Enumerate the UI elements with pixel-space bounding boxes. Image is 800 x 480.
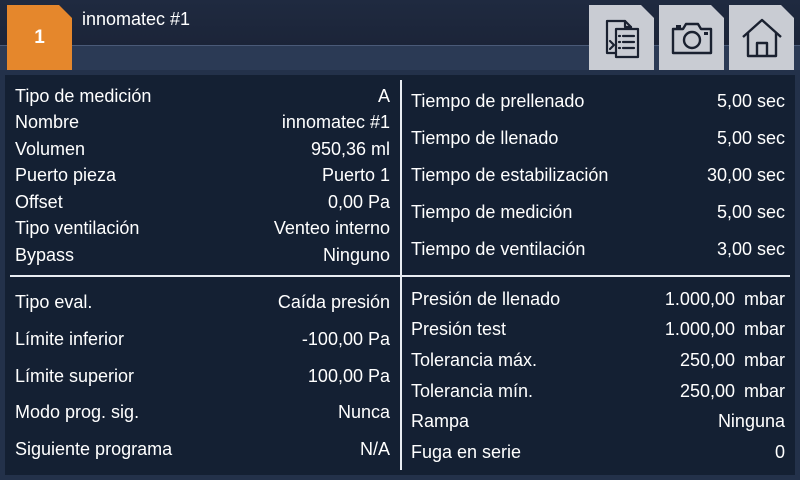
param-row-measurement-type: Tipo de medición A — [15, 84, 390, 108]
camera-icon — [671, 22, 712, 54]
param-label: Tiempo de llenado — [411, 128, 559, 148]
param-label: Volumen — [15, 139, 86, 159]
param-value: 5,00 sec — [716, 128, 785, 148]
param-row-stabilization-time: Tiempo de estabilización 30,00 sec — [411, 163, 785, 187]
program-number: 1 — [34, 26, 45, 48]
param-value: 250,00 — [679, 381, 735, 401]
param-value: 0,00 Pa — [327, 192, 390, 212]
param-row-volume: Volumen 950,36 ml — [15, 137, 390, 161]
param-value: 1.000,00 — [664, 319, 735, 339]
param-row-vent-time: Tiempo de ventilación 3,00 sec — [411, 237, 785, 261]
param-label: Límite inferior — [15, 329, 125, 349]
param-row-test-pressure: Presión test 1.000,00 mbar — [411, 317, 785, 341]
param-value: innomatec #1 — [281, 112, 390, 132]
param-label: Tolerancia máx. — [411, 350, 538, 370]
param-unit: mbar — [743, 319, 785, 339]
param-value: Ninguna — [717, 411, 785, 431]
param-row-bypass: Bypass Ninguno — [15, 243, 390, 267]
param-label: Límite superior — [15, 366, 135, 386]
param-value: A — [377, 86, 390, 106]
param-label: Modo prog. sig. — [15, 402, 140, 422]
param-label: Rampa — [411, 411, 470, 431]
param-label: Presión de llenado — [411, 289, 561, 309]
report-button[interactable] — [589, 5, 654, 70]
param-value: 3,00 sec — [716, 239, 785, 259]
param-label: Fuga en serie — [411, 442, 522, 462]
home-button[interactable] — [729, 5, 794, 70]
param-label: Tiempo de estabilización — [411, 165, 609, 185]
home-icon — [741, 18, 782, 57]
param-row-max-tolerance: Tolerancia máx. 250,00 mbar — [411, 348, 785, 372]
param-row-series-leak: Fuga en serie 0 — [411, 440, 785, 464]
param-label: Presión test — [411, 319, 507, 339]
param-label: Nombre — [15, 112, 80, 132]
param-unit: mbar — [743, 381, 785, 401]
param-row-part-port: Puerto pieza Puerto 1 — [15, 163, 390, 187]
param-label: Siguiente programa — [15, 439, 173, 459]
param-value: 100,00 Pa — [307, 366, 390, 386]
param-row-prefill-time: Tiempo de prellenado 5,00 sec — [411, 89, 785, 113]
param-row-ramp: Rampa Ninguna — [411, 409, 785, 433]
param-label: Tiempo de medición — [411, 202, 573, 222]
param-label: Tipo de medición — [15, 86, 152, 106]
param-label: Tiempo de ventilación — [411, 239, 586, 259]
param-row-upper-limit: Límite superior 100,00 Pa — [15, 364, 390, 388]
param-value: 0 — [774, 442, 785, 462]
param-label: Tipo eval. — [15, 292, 93, 312]
param-value: Nunca — [337, 402, 390, 422]
param-value: 250,00 — [679, 350, 735, 370]
param-row-lower-limit: Límite inferior -100,00 Pa — [15, 327, 390, 351]
param-row-eval-type: Tipo eval. Caída presión — [15, 290, 390, 314]
param-value: 30,00 sec — [706, 165, 785, 185]
param-label: Tolerancia mín. — [411, 381, 534, 401]
param-value: Caída presión — [277, 292, 390, 312]
program-number-tab[interactable]: 1 — [7, 5, 72, 70]
param-row-fill-pressure: Presión de llenado 1.000,00 mbar — [411, 287, 785, 311]
param-row-next-program: Siguiente programa N/A — [15, 437, 390, 461]
param-unit: mbar — [743, 350, 785, 370]
screenshot-button[interactable] — [659, 5, 724, 70]
param-row-min-tolerance: Tolerancia mín. 250,00 mbar — [411, 379, 785, 403]
param-label: Tiempo de prellenado — [411, 91, 585, 111]
param-value: Ninguno — [322, 245, 390, 265]
program-name: innomatec #1 — [82, 9, 191, 29]
param-label: Offset — [15, 192, 63, 212]
param-row-measurement-time: Tiempo de medición 5,00 sec — [411, 200, 785, 224]
param-label: Tipo ventilación — [15, 218, 140, 238]
param-value: N/A — [359, 439, 390, 459]
param-label: Bypass — [15, 245, 75, 265]
param-value: -100,00 Pa — [301, 329, 390, 349]
param-value: Puerto 1 — [321, 165, 390, 185]
param-value: 950,36 ml — [310, 139, 390, 159]
param-value: 5,00 sec — [716, 202, 785, 222]
param-row-next-program-mode: Modo prog. sig. Nunca — [15, 400, 390, 424]
horizontal-divider — [10, 275, 790, 277]
param-value: Venteo interno — [273, 218, 390, 238]
param-row-fill-time: Tiempo de llenado 5,00 sec — [411, 126, 785, 150]
param-value: 1.000,00 — [664, 289, 735, 309]
param-unit: mbar — [743, 289, 785, 309]
param-row-offset: Offset 0,00 Pa — [15, 190, 390, 214]
param-row-vent-type: Tipo ventilación Venteo interno — [15, 216, 390, 240]
param-value: 5,00 sec — [716, 91, 785, 111]
document-list-icon — [605, 19, 639, 58]
param-row-name: Nombre innomatec #1 — [15, 110, 390, 134]
param-label: Puerto pieza — [15, 165, 117, 185]
